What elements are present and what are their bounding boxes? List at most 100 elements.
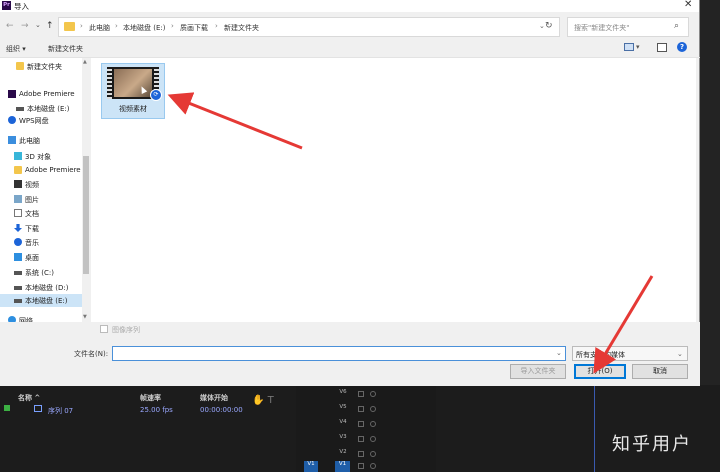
chevron-right-icon[interactable]: › xyxy=(171,22,174,30)
import-folder-button[interactable]: 导入文件夹 xyxy=(510,364,566,379)
sidebar-item[interactable]: Adobe Premiere xyxy=(0,164,82,177)
preview-pane-icon[interactable] xyxy=(657,43,667,52)
eye-icon[interactable] xyxy=(370,391,376,397)
forward-icon[interactable]: → xyxy=(21,21,29,31)
organize-menu[interactable]: 组织 ▾ xyxy=(6,44,26,54)
eye-icon[interactable] xyxy=(370,451,376,457)
sidebar-item[interactable]: 网络 xyxy=(0,314,82,322)
type-tool-icon[interactable]: T xyxy=(268,395,274,406)
desktop-icon xyxy=(14,253,22,261)
address-bar[interactable]: › 此电脑 › 本地磁盘 (E:) › 质画下载 › 新建文件夹 ⌄ ↻ xyxy=(58,17,560,37)
eye-icon[interactable] xyxy=(370,421,376,427)
track-header[interactable]: V2 xyxy=(336,449,350,459)
track-controls[interactable] xyxy=(358,451,384,459)
sidebar-item[interactable]: 桌面 xyxy=(0,251,82,264)
sidebar-item[interactable]: 本地磁盘 (D:) xyxy=(0,281,82,294)
sidebar-item[interactable]: 视频 xyxy=(0,178,82,191)
eye-icon[interactable] xyxy=(370,406,376,412)
sidebar-item[interactable]: 音乐 xyxy=(0,236,82,249)
column-fps-header[interactable]: 帧速率 xyxy=(140,393,161,403)
track-lock-icon[interactable] xyxy=(358,406,364,412)
breadcrumb-downloads[interactable]: 质画下载 xyxy=(180,23,208,33)
sidebar-item-label: 本地磁盘 (E:) xyxy=(25,297,68,305)
sidebar-item[interactable]: 此电脑 xyxy=(0,134,82,147)
breadcrumb-new-folder[interactable]: 新建文件夹 xyxy=(224,23,259,33)
breadcrumb-this-pc[interactable]: 此电脑 xyxy=(89,23,110,33)
filename-dropdown-icon[interactable]: ⌄ xyxy=(556,349,562,357)
search-icon[interactable]: ⌕ xyxy=(674,21,679,31)
image-sequence-checkbox[interactable] xyxy=(100,325,108,333)
cancel-button[interactable]: 取消 xyxy=(632,364,688,379)
close-icon[interactable]: ✕ xyxy=(684,0,692,10)
new-folder-button[interactable]: 新建文件夹 xyxy=(48,44,83,54)
refresh-icon[interactable]: ↻ xyxy=(545,21,553,31)
open-button[interactable]: 打开(O) xyxy=(574,364,626,379)
track-lock-icon[interactable] xyxy=(358,436,364,442)
sidebar-item[interactable]: Adobe Premiere xyxy=(0,88,82,101)
track-controls[interactable] xyxy=(358,436,384,444)
track-controls[interactable] xyxy=(358,391,384,399)
track-controls[interactable] xyxy=(358,463,384,471)
sidebar-item-label: Adobe Premiere xyxy=(25,166,81,174)
eye-icon[interactable] xyxy=(370,463,376,469)
file-item[interactable]: ⟳ 视频素材 xyxy=(101,63,165,119)
address-dropdown-icon[interactable]: ⌄ xyxy=(539,22,545,30)
chevron-right-icon[interactable]: › xyxy=(115,22,118,30)
track-header[interactable]: V6 xyxy=(336,389,350,399)
filename-input[interactable] xyxy=(112,346,566,361)
help-icon[interactable]: ? xyxy=(677,42,687,52)
playhead[interactable] xyxy=(594,386,595,472)
track-header[interactable]: V4 xyxy=(336,419,350,429)
track-header[interactable]: V5 xyxy=(336,404,350,414)
up-icon[interactable]: ↑ xyxy=(46,21,54,31)
column-media-start-header[interactable]: 媒体开始 xyxy=(200,393,228,403)
sidebar-item[interactable]: 新建文件夹 xyxy=(0,60,82,73)
sidebar-item[interactable]: WPS网盘 xyxy=(0,114,82,127)
sidebar-item[interactable]: 系统 (C:) xyxy=(0,266,82,279)
import-dialog: Pr 导入 ✕ ← → ⌄ ↑ › 此电脑 › 本地磁盘 (E:) › 质画下载… xyxy=(0,0,700,386)
search-box[interactable]: 搜索"新建文件夹" ⌕ xyxy=(567,17,689,37)
drive-icon xyxy=(16,107,24,111)
back-icon[interactable]: ← xyxy=(6,21,14,31)
chevron-right-icon[interactable]: › xyxy=(80,22,83,30)
track-lock-icon[interactable] xyxy=(358,421,364,427)
sidebar-item[interactable]: 文档 xyxy=(0,207,82,220)
source-patch-v1[interactable]: V1 xyxy=(304,461,318,472)
track-lock-icon[interactable] xyxy=(358,391,364,397)
title-bar: Pr 导入 ✕ xyxy=(0,0,699,12)
scroll-thumb[interactable] xyxy=(83,156,89,274)
dialog-title: 导入 xyxy=(14,2,29,11)
sidebar-scrollbar[interactable]: ▲ ▼ xyxy=(82,58,90,322)
track-controls[interactable] xyxy=(358,406,384,414)
chevron-down-icon: ⌄ xyxy=(677,350,683,358)
drive-icon xyxy=(14,299,22,303)
track-lock-icon[interactable] xyxy=(358,451,364,457)
view-dropdown-icon[interactable]: ▾ xyxy=(636,43,640,51)
view-mode-icon[interactable] xyxy=(624,43,634,51)
film-strip-left xyxy=(107,67,112,99)
folder-icon xyxy=(14,166,22,174)
sidebar-item-label: 视频 xyxy=(25,181,39,189)
sidebar-item-label: 系统 (C:) xyxy=(25,269,54,277)
track-header[interactable]: V1 xyxy=(335,461,350,472)
project-item-row[interactable]: 序列 07 25.00 fps 00:00:00:00 xyxy=(0,404,243,418)
sidebar-item[interactable]: 3D 对象 xyxy=(0,150,82,163)
music-icon xyxy=(14,238,22,246)
file-type-select[interactable]: 所有支持的媒体 ⌄ xyxy=(572,346,688,361)
eye-icon[interactable] xyxy=(370,436,376,442)
scroll-down-icon[interactable]: ▼ xyxy=(83,314,87,320)
track-lock-icon[interactable] xyxy=(358,463,364,469)
breadcrumb-drive-e[interactable]: 本地磁盘 (E:) xyxy=(123,23,165,33)
recent-dropdown-icon[interactable]: ⌄ xyxy=(35,21,41,29)
chevron-right-icon[interactable]: › xyxy=(215,22,218,30)
drive-icon xyxy=(14,271,22,275)
hand-tool-icon[interactable]: ✋ xyxy=(252,395,264,406)
scroll-up-icon[interactable]: ▲ xyxy=(83,59,87,65)
sidebar-item-label: 此电脑 xyxy=(19,137,40,145)
column-name-header[interactable]: 名称 ^ xyxy=(18,393,40,403)
sidebar-item[interactable]: 下载 xyxy=(0,222,82,235)
track-header[interactable]: V3 xyxy=(336,434,350,444)
sidebar-item[interactable]: 图片 xyxy=(0,193,82,206)
track-controls[interactable] xyxy=(358,421,384,429)
sidebar-item[interactable]: 本地磁盘 (E:) xyxy=(0,294,82,307)
